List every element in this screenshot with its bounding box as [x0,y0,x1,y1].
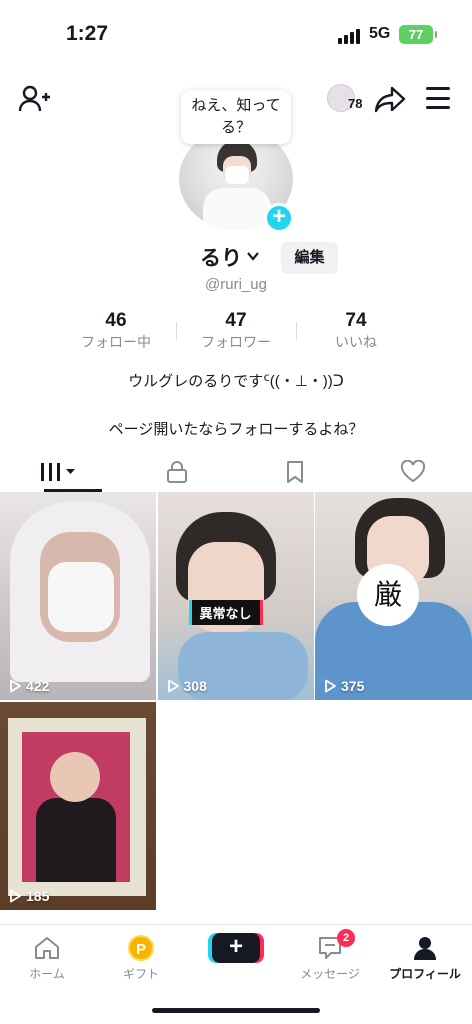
network-type: 5G [369,25,391,42]
video-grid: 422 異常なし 308 厳 375 185 [0,492,472,910]
video-thumbnail[interactable]: 異常なし 308 [157,492,314,700]
battery-level: 77 [408,27,424,42]
view-count: 185 [8,888,49,904]
profile-visitors-button[interactable]: 78 [327,84,367,114]
video-caption: 異常なし [191,600,260,625]
battery-icon: 77 [399,25,437,44]
notification-badge: 2 [337,929,355,947]
tab-favorites[interactable] [236,452,354,492]
add-friend-icon[interactable] [18,84,50,114]
video-thumbnail[interactable]: 185 [0,702,156,910]
add-story-button[interactable]: + [264,203,294,233]
bio-line-2: ページ開いたならフォローするよね？ [108,421,364,438]
visitor-count: 78 [348,96,363,111]
status-bar: 1:27 5G 77 [0,0,472,70]
play-icon [10,889,21,903]
view-count: 422 [8,678,49,694]
profile-handle: @ruri_ug [205,276,267,293]
coin-icon: P [128,935,154,961]
nav-profile[interactable]: プロフィール [378,933,472,982]
account-switcher[interactable]: るり [200,242,260,272]
stat-following[interactable]: 46 フォロー中 [56,310,176,352]
tab-private[interactable] [118,452,236,492]
status-time: 1:27 [66,22,109,45]
home-icon [35,937,59,959]
lock-icon [167,461,187,483]
play-icon [167,679,179,693]
profile-stats: 46 フォロー中 47 フォロワー 74 いいね [56,310,416,352]
tab-videos[interactable] [0,452,118,492]
nav-gift[interactable]: P ギフト [94,933,188,982]
create-button: + [212,933,260,963]
nav-home[interactable]: ホーム [0,933,94,982]
profile-note-bubble[interactable]: ねえ、知ってる？ [181,90,291,144]
tab-liked[interactable] [354,452,472,492]
nav-create[interactable]: + [189,933,283,963]
video-thumbnail[interactable]: 422 [0,492,156,700]
profile-tabs [0,452,472,492]
play-icon [325,679,336,693]
share-icon[interactable] [374,84,406,114]
video-thumbnail[interactable]: 厳 375 [315,492,472,700]
videos-grid-icon [41,463,75,481]
play-icon [10,679,21,693]
menu-icon[interactable] [426,87,450,109]
stat-likes[interactable]: 74 いいね [296,310,416,352]
edit-profile-button[interactable]: 編集 [281,242,338,274]
bio-line-1: ウルグレのるりですᑦ((・⊥・))ᑐ [128,373,344,390]
video-sticker: 厳 [357,564,419,626]
view-count: 308 [166,678,207,694]
stat-followers[interactable]: 47 フォロワー [176,310,296,352]
profile-icon [414,937,436,960]
profile-name: るり [200,247,242,270]
signal-icon [338,28,360,44]
chevron-down-icon [247,252,259,261]
nav-inbox[interactable]: 2 メッセージ [283,929,377,982]
heart-icon [400,460,426,483]
bookmark-icon [287,461,303,483]
home-indicator [152,1008,320,1013]
view-count: 375 [323,678,364,694]
